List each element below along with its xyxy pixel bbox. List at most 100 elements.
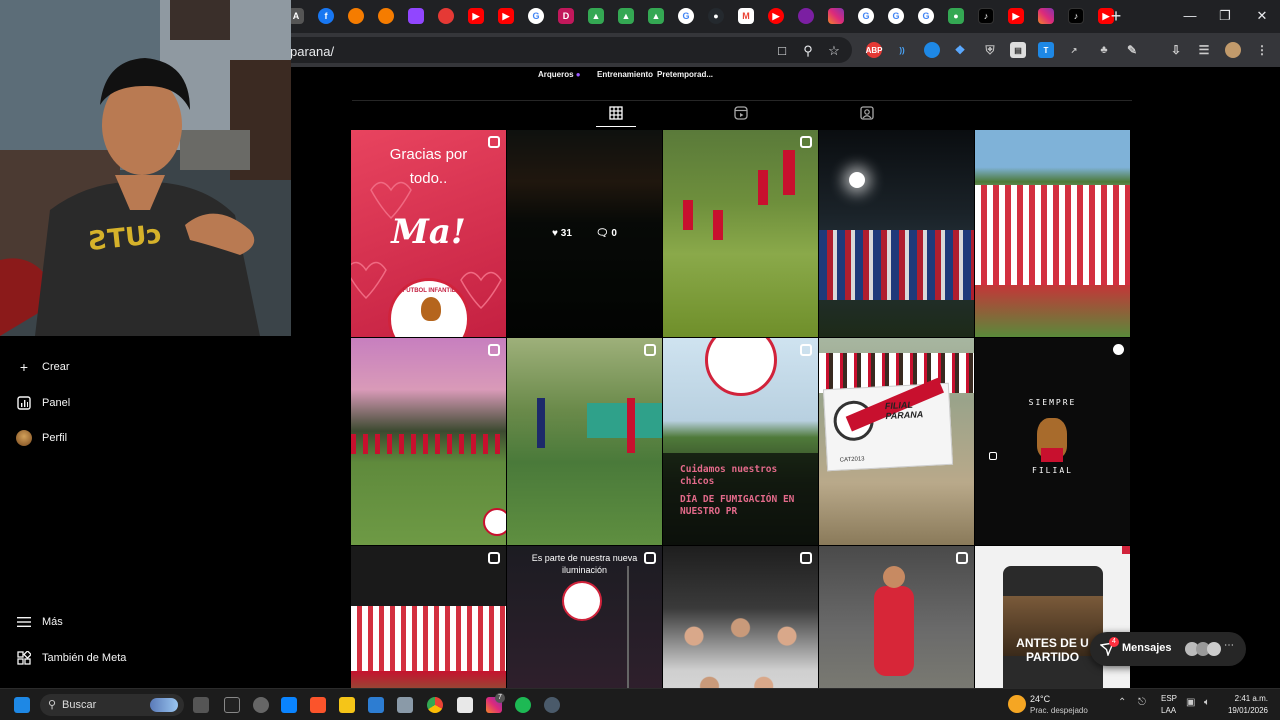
close-button[interactable]: ✕ (1252, 6, 1272, 26)
tiktok-icon[interactable]: ♪ (978, 8, 994, 24)
gift-icon[interactable]: ♣ (1096, 42, 1112, 58)
post-night-team[interactable] (819, 130, 974, 337)
calculator-icon[interactable] (397, 697, 413, 713)
highlight-label-entrenamiento[interactable]: Entrenamiento (597, 70, 653, 84)
gmail-icon[interactable]: M (738, 8, 754, 24)
restore-button[interactable]: ❐ (1215, 6, 1235, 26)
post-kids-match[interactable] (663, 130, 818, 337)
google-icon[interactable]: G (858, 8, 874, 24)
chrome-icon[interactable] (427, 697, 443, 713)
d-icon[interactable]: D (558, 8, 574, 24)
photos-icon[interactable] (368, 697, 384, 713)
orange-icon[interactable] (348, 8, 364, 24)
app-icon[interactable] (253, 697, 269, 713)
spotify-icon[interactable] (515, 697, 531, 713)
sidebar-item-meta[interactable]: También de Meta (16, 647, 126, 669)
puzzle-blue-icon[interactable]: ❖ (952, 42, 968, 58)
brave-icon[interactable] (310, 697, 326, 713)
store-icon[interactable] (281, 697, 297, 713)
sidebar-item-more[interactable]: Más (16, 611, 63, 633)
youtube-icon[interactable]: ▶ (468, 8, 484, 24)
media-control-icon[interactable]: ☰ (1196, 42, 1212, 58)
profile-avatar[interactable] (1225, 42, 1241, 58)
google-icon[interactable]: G (918, 8, 934, 24)
purple-icon[interactable] (798, 8, 814, 24)
new-tab-button[interactable]: + (1106, 6, 1126, 26)
drive-icon[interactable]: ▲ (648, 8, 664, 24)
url-text[interactable]: parana/ (290, 44, 334, 59)
post-training[interactable] (507, 338, 662, 545)
windows-start-icon[interactable] (14, 697, 30, 713)
clock-time[interactable]: 2:41 a.m. (1224, 694, 1268, 703)
weather-icon[interactable] (1008, 695, 1026, 713)
post-group-photo[interactable] (663, 546, 818, 688)
app-icon[interactable] (457, 697, 473, 713)
github-icon[interactable]: ● (708, 8, 724, 24)
highlight-label-arqueros[interactable]: Arqueros ● (538, 70, 581, 84)
small-ext-icon[interactable]: ↗ (1066, 42, 1082, 58)
app-icon[interactable] (224, 697, 240, 713)
audio-icon[interactable]: )) (894, 42, 910, 58)
settings-icon[interactable] (544, 697, 560, 713)
post-siempre-filial[interactable]: SIEMPRE FILIAL (975, 338, 1130, 545)
vpn-icon[interactable] (924, 42, 940, 58)
shield-icon[interactable]: ⛨ (982, 42, 998, 58)
translate-icon[interactable]: T (1038, 42, 1054, 58)
sidebar-item-create[interactable]: + Crear (16, 356, 70, 378)
download-icon[interactable]: ⇩ (1168, 42, 1184, 58)
post-banner-team[interactable]: FILIAL PARANA CAT2013 (819, 338, 974, 545)
youtube-icon[interactable]: ▶ (498, 8, 514, 24)
post-before-match[interactable]: ANTES DE U PARTIDO (975, 546, 1130, 688)
tray-chevron-icon[interactable]: ⌃ (1118, 697, 1126, 708)
maps-icon[interactable]: ● (948, 8, 964, 24)
folder-icon[interactable] (339, 697, 355, 713)
bookmark-star-icon[interactable]: ☆ (826, 43, 842, 59)
post-player[interactable] (819, 546, 974, 688)
twitch-icon[interactable] (408, 8, 424, 24)
volume-icon[interactable]: 🔈︎ (1204, 697, 1210, 708)
posts-grid-tab-icon[interactable] (606, 105, 626, 125)
zoom-icon[interactable]: ⚲ (800, 43, 816, 59)
minimize-button[interactable]: — (1180, 6, 1200, 26)
clock-date[interactable]: 19/01/2026 (1224, 706, 1268, 715)
post-team-line[interactable] (351, 546, 506, 688)
taskbar-search[interactable]: ⚲ Buscar (40, 694, 184, 716)
adblock-icon[interactable]: ABP (866, 42, 882, 58)
language-code[interactable]: ESP (1161, 694, 1177, 703)
messages-button[interactable]: 4 Mensajes ⋯ (1090, 632, 1246, 666)
google-icon[interactable]: G (528, 8, 544, 24)
post-night-field[interactable]: ♥ 31 🗨︎ 0 (507, 130, 662, 337)
post-lighting[interactable]: Es parte de nuestra nueva iluminación (507, 546, 662, 688)
doc-icon[interactable]: ▤ (1010, 42, 1026, 58)
orange-icon[interactable] (378, 8, 394, 24)
install-app-icon[interactable]: □ (774, 43, 790, 59)
drive-icon[interactable]: ▲ (618, 8, 634, 24)
tiktok-icon[interactable]: ♪ (1068, 8, 1084, 24)
search-highlight-icon (150, 698, 178, 712)
menu-kebab-icon[interactable]: ⋮ (1254, 42, 1270, 58)
instagram-icon[interactable] (1038, 8, 1054, 24)
post-thanks[interactable]: Gracias por todo.. Ma! FUTBOL INFANTIL (351, 130, 506, 337)
google-icon[interactable]: G (678, 8, 694, 24)
youtube-icon[interactable]: ▶ (768, 8, 784, 24)
reels-tab-icon[interactable] (731, 105, 751, 125)
keyboard-layout[interactable]: LAA (1161, 706, 1176, 715)
red-icon[interactable] (438, 8, 454, 24)
reel-icon (488, 552, 500, 564)
sidebar-item-panel[interactable]: Panel (16, 392, 70, 414)
instagram-icon[interactable] (828, 8, 844, 24)
tagged-tab-icon[interactable] (857, 105, 877, 125)
highlight-label-pretemporada[interactable]: Pretemporad... (657, 70, 713, 84)
drive-icon[interactable]: ▲ (588, 8, 604, 24)
microphone-icon[interactable]: ⎋ (1138, 697, 1146, 708)
post-sunset-field[interactable] (351, 338, 506, 545)
network-icon[interactable]: ▣ (1186, 697, 1195, 708)
google-icon[interactable]: G (888, 8, 904, 24)
sidebar-item-profile[interactable]: Perfil (16, 427, 67, 449)
task-view-icon[interactable] (193, 697, 209, 713)
youtube-icon[interactable]: ▶ (1008, 8, 1024, 24)
facebook-icon[interactable]: f (318, 8, 334, 24)
post-team-photo[interactable] (975, 130, 1130, 337)
post-fumigation[interactable]: Cuidamos nuestros chicos DÍA DE FUMIGACI… (663, 338, 818, 545)
extensions-puzzle-icon[interactable]: ✎ (1124, 42, 1140, 58)
